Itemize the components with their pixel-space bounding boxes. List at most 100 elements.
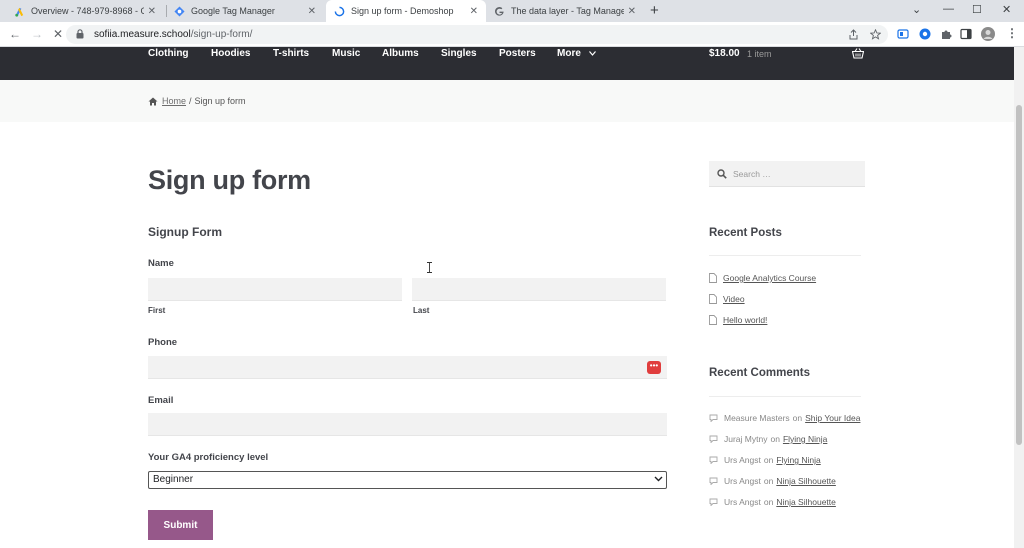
new-tab-button[interactable]: + bbox=[650, 2, 659, 19]
home-icon bbox=[148, 97, 158, 105]
close-window-icon[interactable]: ✕ bbox=[1002, 3, 1011, 16]
proficiency-selected-value: Beginner bbox=[153, 474, 194, 485]
menu-item-singles[interactable]: Singles bbox=[441, 48, 477, 59]
comment-author: Urs Angst bbox=[724, 455, 761, 465]
tab-title: Sign up form - Demoshop bbox=[351, 6, 454, 16]
proficiency-label: Your GA4 proficiency level bbox=[148, 452, 269, 463]
google-ads-icon bbox=[15, 7, 24, 17]
breadcrumb-home-link[interactable]: Home bbox=[162, 96, 186, 106]
autofill-extension-icon[interactable]: ••• bbox=[647, 361, 661, 374]
divider bbox=[709, 396, 861, 397]
comment-on: on bbox=[763, 455, 774, 465]
document-icon bbox=[709, 315, 717, 325]
first-name-input[interactable] bbox=[148, 278, 402, 301]
menu-item-hoodies[interactable]: Hoodies bbox=[211, 48, 250, 59]
recent-post-link[interactable]: Google Analytics Course bbox=[723, 273, 816, 283]
minimize-icon[interactable]: — bbox=[943, 3, 954, 15]
recent-posts-title: Recent Posts bbox=[709, 227, 782, 239]
google-icon bbox=[495, 6, 504, 16]
recent-post-link[interactable]: Hello world! bbox=[723, 315, 767, 325]
browser-tab[interactable]: The data layer - Tag Manager He ✕ bbox=[486, 0, 644, 22]
side-panel-icon[interactable] bbox=[960, 28, 972, 40]
menu-item-posters[interactable]: Posters bbox=[499, 48, 536, 59]
lock-icon bbox=[76, 29, 84, 39]
tab-title: Overview - 748-979-8968 - Goo bbox=[31, 6, 144, 16]
close-tab-icon[interactable]: ✕ bbox=[148, 6, 156, 17]
recent-comments-title: Recent Comments bbox=[709, 367, 810, 379]
recent-post-link[interactable]: Video bbox=[723, 294, 745, 304]
url-path: /sign-up-form/ bbox=[190, 29, 253, 40]
tab-title: Google Tag Manager bbox=[191, 6, 275, 16]
comment-icon bbox=[709, 498, 718, 506]
form-heading: Signup Form bbox=[148, 225, 222, 239]
close-tab-icon[interactable]: ✕ bbox=[628, 6, 636, 17]
comment-author: Urs Angst bbox=[724, 497, 761, 507]
address-bar: ← → ✕ sofiia.measure.school/sign-up-form… bbox=[0, 22, 1024, 47]
list-item: Urs Angst on Flying Ninja bbox=[709, 455, 821, 465]
divider bbox=[709, 255, 861, 256]
share-icon[interactable] bbox=[848, 29, 859, 40]
browser-tab[interactable]: Google Tag Manager ✕ bbox=[166, 0, 324, 22]
close-tab-icon[interactable]: ✕ bbox=[470, 6, 478, 17]
browser-tab[interactable]: Overview - 748-979-8968 - Goo ✕ bbox=[6, 0, 164, 22]
comment-post-link[interactable]: Ninja Silhouette bbox=[776, 497, 836, 507]
menu-item-clothing[interactable]: Clothing bbox=[148, 48, 189, 59]
list-item: Google Analytics Course bbox=[709, 273, 816, 283]
loading-icon bbox=[334, 6, 345, 16]
puzzle-icon[interactable] bbox=[940, 28, 952, 40]
proficiency-select[interactable]: Beginner bbox=[148, 471, 667, 489]
comment-post-link[interactable]: Ninja Silhouette bbox=[776, 476, 836, 486]
comment-author: Urs Angst bbox=[724, 476, 761, 486]
comment-on: on bbox=[763, 497, 774, 507]
comment-on: on bbox=[763, 476, 774, 486]
avatar[interactable] bbox=[981, 27, 995, 41]
page-title: Sign up form bbox=[148, 165, 311, 195]
maximize-icon[interactable]: ☐ bbox=[972, 3, 982, 16]
text-cursor-icon bbox=[427, 262, 432, 273]
browser-tab-active[interactable]: Sign up form - Demoshop ✕ bbox=[326, 0, 486, 22]
menu-item-more-label: More bbox=[557, 48, 581, 59]
back-icon[interactable]: ← bbox=[9, 27, 21, 41]
close-tab-icon[interactable]: ✕ bbox=[308, 6, 316, 17]
stop-loading-icon[interactable]: ✕ bbox=[53, 27, 63, 41]
email-input[interactable] bbox=[148, 413, 667, 436]
submit-button[interactable]: Submit bbox=[148, 510, 213, 540]
browser-menu-icon[interactable]: ⋮ bbox=[1006, 26, 1018, 40]
document-icon bbox=[709, 294, 717, 304]
chevron-down-icon bbox=[588, 50, 596, 56]
list-item: Juraj Mytny on Flying Ninja bbox=[709, 434, 827, 444]
forward-icon[interactable]: → bbox=[31, 27, 43, 41]
menu-item-tshirts[interactable]: T-shirts bbox=[273, 48, 309, 59]
menu-item-more[interactable]: More bbox=[557, 48, 596, 59]
extension-icon[interactable] bbox=[897, 28, 909, 40]
scrollbar-thumb[interactable] bbox=[1016, 105, 1022, 445]
comment-post-link[interactable]: Flying Ninja bbox=[783, 434, 827, 444]
tag-assistant-icon[interactable] bbox=[919, 28, 931, 40]
menu-item-music[interactable]: Music bbox=[332, 48, 360, 59]
last-name-sublabel: Last bbox=[413, 306, 430, 315]
url-input[interactable]: sofiia.measure.school/sign-up-form/ bbox=[66, 25, 888, 44]
sidebar-search-input[interactable]: Search … bbox=[709, 161, 865, 187]
chevron-down-icon bbox=[654, 476, 663, 482]
tab-search-icon[interactable]: ⌄ bbox=[912, 3, 921, 16]
menu-item-albums[interactable]: Albums bbox=[382, 48, 419, 59]
comment-post-link[interactable]: Flying Ninja bbox=[776, 455, 820, 465]
breadcrumb-current: Sign up form bbox=[194, 96, 246, 106]
cart-total[interactable]: $18.00 bbox=[709, 48, 740, 59]
list-item: Video bbox=[709, 294, 745, 304]
comment-on: on bbox=[792, 413, 803, 423]
basket-icon[interactable] bbox=[852, 48, 864, 59]
star-icon[interactable] bbox=[870, 29, 881, 40]
browser-tab-bar: Overview - 748-979-8968 - Goo ✕ Google T… bbox=[0, 0, 1024, 22]
breadcrumb: Home / Sign up form bbox=[148, 96, 246, 106]
comment-author: Measure Masters bbox=[724, 413, 790, 423]
phone-input[interactable] bbox=[148, 356, 667, 379]
cart-count[interactable]: 1 item bbox=[747, 49, 772, 59]
list-item: Urs Angst on Ninja Silhouette bbox=[709, 476, 836, 486]
list-item: Urs Angst on Ninja Silhouette bbox=[709, 497, 836, 507]
breadcrumb-band: Home / Sign up form bbox=[0, 80, 1014, 122]
comment-icon bbox=[709, 435, 718, 443]
last-name-input[interactable] bbox=[412, 278, 666, 301]
name-label: Name bbox=[148, 258, 174, 269]
comment-post-link[interactable]: Ship Your Idea bbox=[805, 413, 860, 423]
